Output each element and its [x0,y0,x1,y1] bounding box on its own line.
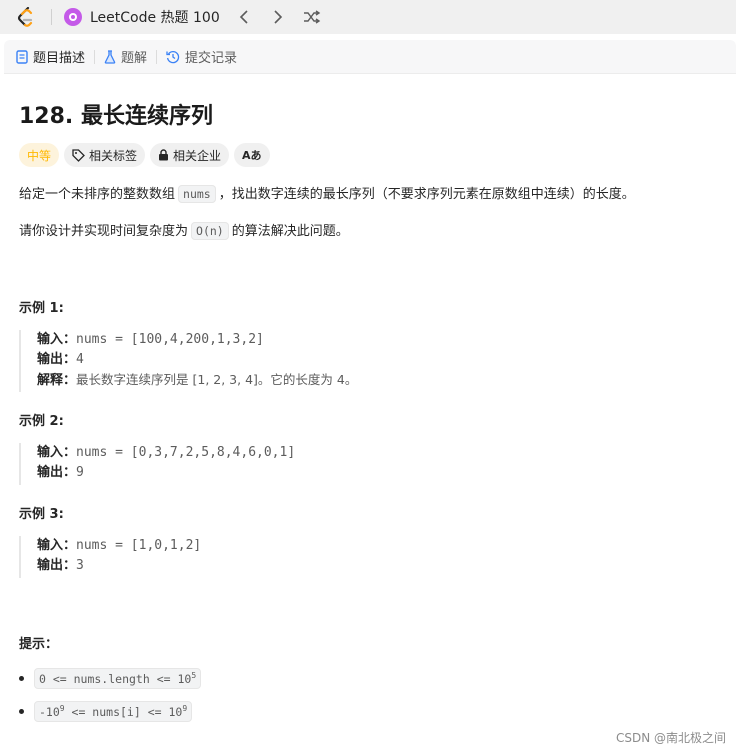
related-tags-button[interactable]: 相关标签 [64,143,146,167]
example-1-block: 输入：nums = [100,4,200,1,3,2] 输出：4 解释：最长数字… [19,330,357,392]
example-2-block: 输入：nums = [0,3,7,2,5,8,4,6,0,1] 输出：9 [19,443,295,485]
example-3-title: 示例 3: [19,507,64,522]
example-2-title: 示例 2: [19,414,64,429]
tag-icon [72,148,85,162]
constraint-2-text-b: <= nums[i] <= 10 [64,704,183,719]
constraint-item: -109 <= nums[i] <= 109 [19,701,193,722]
translate-button[interactable]: Aあ [234,143,270,167]
problem-title: 128. 最长连续序列 [19,104,213,129]
chevron-left-icon[interactable] [234,7,254,27]
flask-icon [104,49,116,64]
input-label: 输入： [37,445,77,460]
example-1-explain: 最长数字连续序列是 [1, 2, 3, 4]。它的长度为 4。 [76,372,358,387]
shuffle-icon[interactable] [302,7,322,27]
constraint-2-code: -109 <= nums[i] <= 109 [34,701,193,722]
tab-bar: 题目描述 题解 提交记录 [4,40,736,74]
constraint-2-text-a: -10 [39,704,60,719]
example-1-title: 示例 1: [19,301,64,316]
tag-row: 中等 相关标签 相关企业 Aあ [19,143,270,167]
input-label: 输入： [37,332,77,347]
related-companies-button[interactable]: 相关企业 [150,143,230,167]
translate-icon: Aあ [242,149,262,162]
tab-description[interactable]: 题目描述 [16,47,85,66]
description-paragraph-1: 给定一个未排序的整数数组 nums ，找出数字连续的最长序列（不要求序列元素在原数组… [19,184,635,205]
inline-code-nums: nums [178,185,216,203]
example-3-input: nums = [1,0,1,2] [76,538,202,553]
desc-1-text-a: 给定一个未排序的整数数组 [19,187,176,202]
example-3-block: 输入：nums = [1,0,1,2] 输出：3 [19,536,201,578]
tab-separator [94,49,96,64]
problem-list-icon[interactable] [64,8,82,26]
constraint-2-exponent-b: 9 [182,704,188,713]
related-tags-label: 相关标签 [89,148,138,163]
constraint-item: 0 <= nums.length <= 105 [19,668,202,689]
description-paragraph-2: 请你设计并实现时间复杂度为 O(n) 的算法解决此问题。 [19,221,349,242]
constraint-1-code: 0 <= nums.length <= 105 [34,668,202,689]
desc-1-text-b: ，找出数字连续的最长序列（不要求序列元素在原数组中连续）的长度。 [218,187,635,202]
bullet-dot [19,708,24,714]
tab-description-label: 题目描述 [33,51,86,66]
example-3-output: 3 [76,558,84,573]
explain-label: 解释： [37,373,77,388]
example-2-input: nums = [0,3,7,2,5,8,4,6,0,1] [76,445,296,460]
lock-icon [158,149,169,161]
bullet-dot [19,675,24,681]
constraints-title: 提示： [19,637,59,652]
tab-solutions-label: 题解 [121,51,148,66]
input-label: 输入： [37,538,77,553]
constraint-1-exponent: 5 [191,671,197,680]
tab-separator [156,49,158,64]
inline-code-complexity: O(n) [191,222,229,240]
history-icon [166,50,180,64]
output-label: 输出： [37,558,77,573]
desc-2-text-b: 的算法解决此问题。 [231,224,349,239]
top-bar: LeetCode 热题 100 [0,0,736,34]
constraint-1-text: 0 <= nums.length <= 10 [39,671,192,686]
desc-2-text-a: 请你设计并实现时间复杂度为 [19,224,189,239]
difficulty-badge: 中等 [19,143,60,167]
example-1-output: 4 [76,352,84,367]
chevron-right-icon[interactable] [268,7,288,27]
watermark: CSDN @南北极之间 [615,731,726,745]
tab-submissions[interactable]: 提交记录 [166,47,237,66]
tab-submissions-label: 提交记录 [185,51,238,66]
related-companies-label: 相关企业 [173,148,222,163]
problem-list-title[interactable]: LeetCode 热题 100 [90,7,220,27]
tab-solutions[interactable]: 题解 [104,47,147,66]
leetcode-logo-icon[interactable] [15,6,37,28]
topbar-divider [51,9,52,25]
example-1-input: nums = [100,4,200,1,3,2] [76,332,264,347]
description-icon [16,49,28,64]
example-2-output: 9 [76,465,84,480]
output-label: 输出： [37,352,77,367]
output-label: 输出： [37,465,77,480]
